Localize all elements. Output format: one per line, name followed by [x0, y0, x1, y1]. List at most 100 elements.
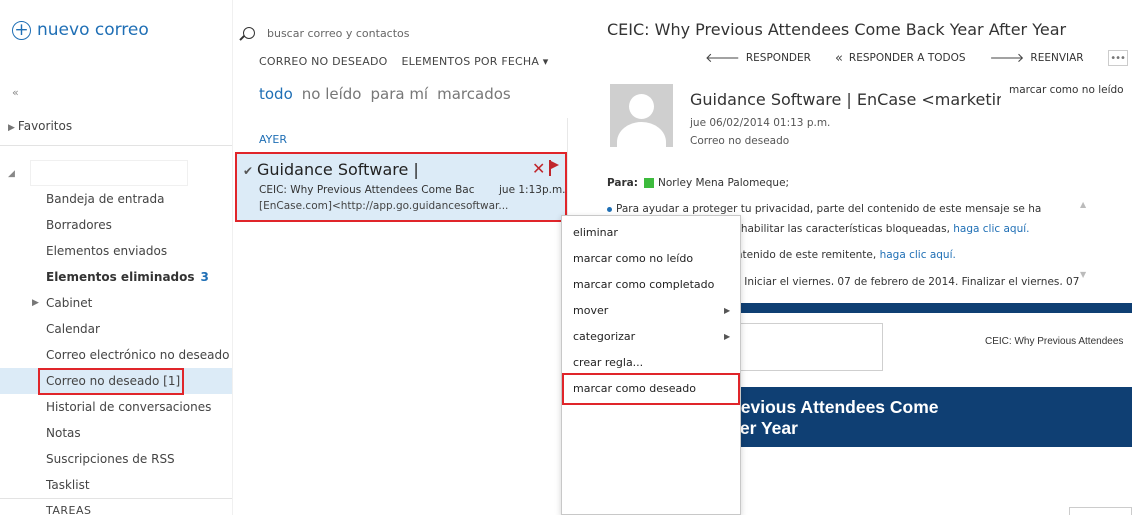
- folder-label: Bandeja de entrada: [46, 192, 165, 206]
- folder-rss[interactable]: Suscripciones de RSS: [0, 446, 232, 472]
- email-content-box: [1069, 507, 1132, 515]
- filter-all[interactable]: todo: [259, 85, 293, 103]
- favorites-toggle[interactable]: ▶ Favoritos: [8, 119, 72, 133]
- menu-item-mark-complete[interactable]: marcar como completado: [562, 272, 740, 298]
- folder-pane: + nuevo correo « ▶ Favoritos ◢ Bandeja de…: [0, 0, 232, 515]
- checkmark-icon[interactable]: ✔: [243, 164, 253, 178]
- forward-button[interactable]: 🡒 REENVIAR: [990, 50, 1084, 66]
- message-date: jue 06/02/2014 01:13 p.m.: [690, 117, 831, 129]
- folder-label: Suscripciones de RSS: [46, 452, 175, 466]
- folder-label: Historial de conversaciones: [46, 400, 212, 414]
- folder-label: Borradores: [46, 218, 112, 232]
- trust-sender-link[interactable]: haga clic aquí.: [880, 249, 956, 261]
- expand-triangle-icon: ▶: [8, 123, 15, 133]
- collapse-pane-button[interactable]: «: [12, 86, 19, 99]
- menu-item-mark-unread[interactable]: marcar como no leído: [562, 246, 740, 272]
- folder-label: Correo no deseado [1]: [46, 374, 181, 388]
- folder-tasklist[interactable]: Tasklist: [0, 472, 232, 498]
- folder-sent[interactable]: Elementos enviados: [0, 238, 232, 264]
- sender-name[interactable]: Guidance Software | EnCase <marketing@: [690, 90, 1001, 109]
- folder-title: CORREO NO DESEADO: [259, 55, 388, 68]
- presence-status-icon: [643, 178, 654, 188]
- recipient-name[interactable]: Norley Mena Palomeque;: [658, 177, 789, 189]
- menu-item-move[interactable]: mover ▶: [562, 298, 740, 324]
- delete-icon[interactable]: ✕: [532, 159, 545, 178]
- info-dot-icon: [607, 206, 612, 212]
- account-header[interactable]: ◢: [8, 160, 228, 188]
- folder-label: Tasklist: [46, 478, 90, 492]
- folder-cabinet[interactable]: ▶ Cabinet: [0, 290, 232, 316]
- avatar-body: [617, 122, 666, 147]
- folder-label: Notas: [46, 426, 81, 440]
- tasks-section-header[interactable]: TAREAS: [46, 504, 92, 515]
- divider: [0, 498, 232, 499]
- reply-button[interactable]: 🡐 RESPONDER: [705, 50, 811, 66]
- folder-notes[interactable]: Notas: [0, 420, 232, 446]
- scroll-down-icon[interactable]: ▼: [1080, 270, 1086, 279]
- folder-deleted[interactable]: Elementos eliminados 3: [0, 264, 232, 290]
- recipients-row: Para: Norley Mena Palomeque;: [607, 177, 789, 189]
- collapse-triangle-icon: ◢: [8, 169, 15, 179]
- menu-item-create-rule[interactable]: crear regla...: [562, 350, 740, 376]
- filter-flagged[interactable]: marcados: [437, 85, 511, 103]
- folder-label: Cabinet: [46, 296, 93, 310]
- message-time: jue 1:13p.m.: [499, 184, 566, 196]
- reply-label: RESPONDER: [745, 52, 811, 64]
- filter-bar: todo no leído para mí marcados: [259, 85, 520, 103]
- scroll-up-icon[interactable]: ▲: [1080, 200, 1086, 209]
- double-arrow-left-icon: «: [834, 50, 843, 66]
- mark-unread-link[interactable]: marcar como no leído: [1009, 84, 1124, 96]
- divider: [0, 145, 232, 146]
- new-mail-button[interactable]: + nuevo correo: [12, 20, 149, 40]
- enable-content-link[interactable]: haga clic aquí.: [953, 223, 1029, 235]
- message-actions: 🡐 RESPONDER «RESPONDER A TODOS 🡒 REENVIAR …: [705, 50, 1128, 66]
- submenu-arrow-icon: ▶: [724, 306, 731, 315]
- reply-all-button[interactable]: « RESPONDER A TODOS: [835, 51, 966, 66]
- message-subject: CEIC: Why Previous Attendees Come Bac: [259, 184, 475, 196]
- favorites-label: Favoritos: [17, 119, 73, 133]
- search-box[interactable]: buscar correo y contactos: [243, 20, 573, 46]
- search-icon: [243, 27, 255, 39]
- folder-label: Calendar: [46, 322, 100, 336]
- forward-label: REENVIAR: [1030, 52, 1084, 64]
- folder-inbox[interactable]: Bandeja de entrada: [0, 186, 232, 212]
- plus-circle-icon: +: [12, 20, 31, 40]
- menu-item-delete[interactable]: eliminar: [562, 220, 740, 246]
- avatar-head: [629, 94, 654, 119]
- notice-line: Para ayudar a proteger tu privacidad, pa…: [607, 203, 1041, 215]
- folder-drafts[interactable]: Borradores: [0, 212, 232, 238]
- folder-calendar[interactable]: Calendar: [0, 316, 232, 342]
- menu-item-mark-not-junk[interactable]: marcar como deseado: [562, 376, 740, 402]
- message-preview: [EnCase.com]<http://app.go.guidancesoftw…: [259, 200, 509, 212]
- message-list-item[interactable]: ✔ Guidance Software | ✕ CEIC: Why Previo…: [237, 154, 566, 220]
- account-name-box: [30, 160, 188, 186]
- more-actions-button[interactable]: •••: [1107, 50, 1128, 66]
- folder-junk-email[interactable]: Correo electrónico no deseado: [0, 342, 232, 368]
- reply-all-label: RESPONDER A TODOS: [848, 52, 966, 64]
- folder-label: Correo electrónico no deseado: [46, 348, 230, 362]
- filter-to-me[interactable]: para mí: [370, 85, 428, 103]
- sender-avatar: [610, 84, 673, 147]
- sort-dropdown[interactable]: ELEMENTOS POR FECHA ▾: [402, 55, 549, 68]
- menu-item-categorize[interactable]: categorizar ▶: [562, 324, 740, 350]
- message-title: CEIC: Why Previous Attendees Come Back Y…: [607, 20, 1067, 39]
- arrow-left-icon: 🡐: [705, 51, 740, 66]
- date-group-header: AYER: [259, 133, 287, 146]
- message-folder: Correo no deseado: [690, 135, 790, 147]
- folder-label: Elementos enviados: [46, 244, 168, 258]
- search-placeholder: buscar correo y contactos: [267, 26, 410, 40]
- filter-unread[interactable]: no leído: [302, 85, 362, 103]
- unread-count: 3: [200, 270, 209, 284]
- notice-scrollbar[interactable]: ▲ ▼: [1078, 198, 1092, 282]
- context-menu: eliminar marcar como no leído marcar com…: [561, 215, 741, 515]
- message-sender: Guidance Software |: [257, 160, 419, 179]
- message-list-pane: buscar correo y contactos CORREO NO DESE…: [232, 0, 570, 515]
- flag-icon[interactable]: [549, 160, 561, 176]
- list-toolbar: CORREO NO DESEADO ELEMENTOS POR FECHA ▾: [259, 55, 563, 68]
- arrow-right-icon: 🡒: [989, 51, 1025, 66]
- folder-conversation-history[interactable]: Historial de conversaciones: [0, 394, 232, 420]
- new-mail-label: nuevo correo: [37, 20, 149, 40]
- folder-junk-selected[interactable]: Correo no deseado [1]: [0, 368, 232, 394]
- to-label: Para:: [607, 177, 638, 189]
- folder-label: Elementos eliminados: [46, 270, 195, 284]
